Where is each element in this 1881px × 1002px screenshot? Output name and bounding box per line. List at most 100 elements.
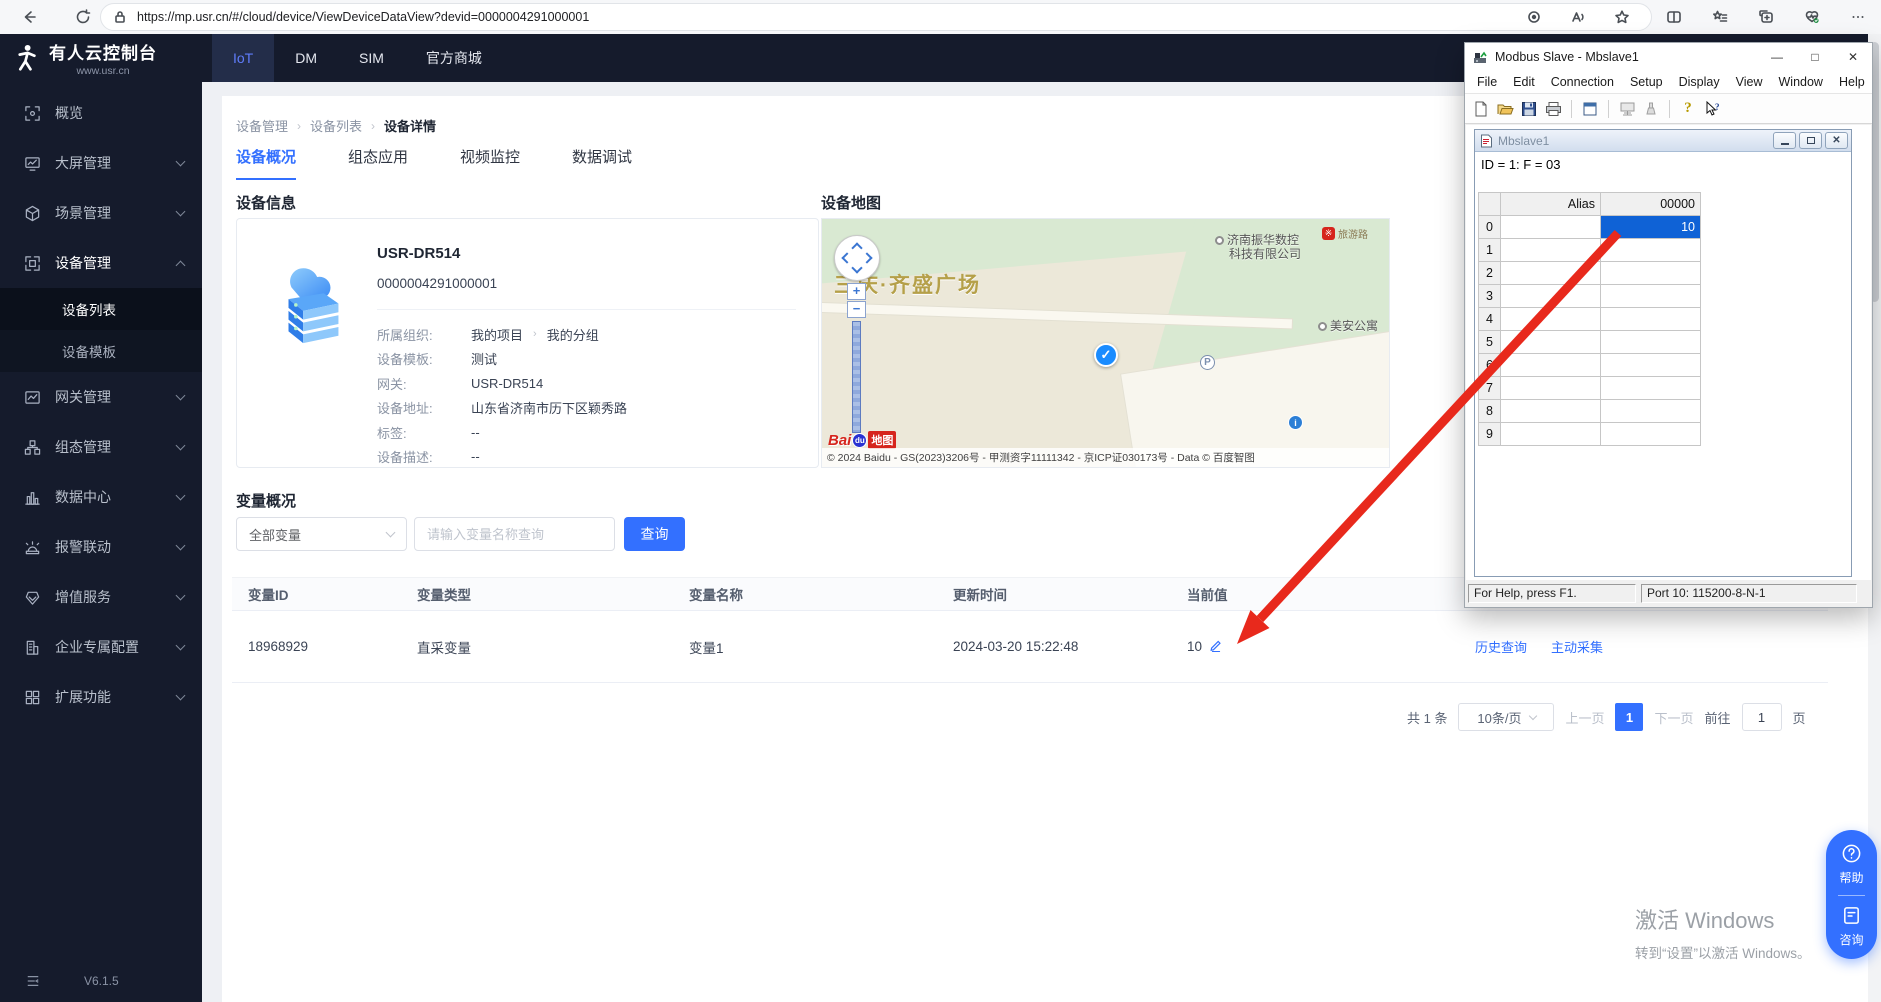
grid-row[interactable]: 3 bbox=[1479, 285, 1701, 308]
minimize-button[interactable]: — bbox=[1758, 43, 1796, 71]
child-close-button[interactable]: ✕ bbox=[1825, 132, 1848, 149]
chevron-down-icon bbox=[1528, 712, 1536, 720]
collapse-icon[interactable] bbox=[26, 974, 40, 988]
browser-essentials-icon[interactable] bbox=[1797, 3, 1827, 31]
menu-edit[interactable]: Edit bbox=[1505, 75, 1543, 89]
connection-up-icon[interactable] bbox=[1618, 100, 1636, 118]
new-file-icon[interactable] bbox=[1472, 100, 1490, 118]
grid-row[interactable]: 1 bbox=[1479, 239, 1701, 262]
tab-scada-app[interactable]: 组态应用 bbox=[348, 146, 408, 180]
grid-row[interactable]: 6 bbox=[1479, 354, 1701, 377]
query-button[interactable]: 查询 bbox=[624, 517, 685, 551]
child-minimize-button[interactable] bbox=[1773, 132, 1796, 149]
modbus-slave-window[interactable]: Modbus Slave - Mbslave1 — □ ✕ File Edit … bbox=[1464, 42, 1873, 608]
modbus-register-grid[interactable]: Alias 00000 010 1 2 3 4 5 6 7 8 9 bbox=[1478, 192, 1701, 446]
edit-value-icon[interactable] bbox=[1209, 638, 1223, 655]
pan-right-icon[interactable] bbox=[861, 252, 872, 263]
tab-data-debug[interactable]: 数据调试 bbox=[572, 146, 632, 180]
menu-setup[interactable]: Setup bbox=[1622, 75, 1671, 89]
menu-file[interactable]: File bbox=[1469, 75, 1505, 89]
close-button[interactable]: ✕ bbox=[1834, 43, 1872, 71]
sidebar-item-scene[interactable]: 场景管理 bbox=[0, 188, 202, 238]
sidebar-item-device-template[interactable]: 设备模板 bbox=[0, 330, 202, 372]
sidebar-item-device[interactable]: 设备管理 bbox=[0, 238, 202, 288]
address-bar[interactable]: https://mp.usr.cn/#/cloud/device/ViewDev… bbox=[100, 3, 1652, 31]
grid-row[interactable]: 010 bbox=[1479, 216, 1701, 239]
page-size-select[interactable]: 10条/页 bbox=[1458, 703, 1554, 731]
grid-row[interactable]: 7 bbox=[1479, 377, 1701, 400]
zoom-in-button[interactable]: + bbox=[847, 283, 866, 300]
grid-row[interactable]: 2 bbox=[1479, 262, 1701, 285]
sidebar-item-datacenter[interactable]: 数据中心 bbox=[0, 472, 202, 522]
nav-tab-sim[interactable]: SIM bbox=[338, 34, 405, 82]
breadcrumb-device-list[interactable]: 设备列表 bbox=[310, 116, 362, 135]
active-collect-link[interactable]: 主动采集 bbox=[1551, 637, 1603, 656]
zoom-slider[interactable] bbox=[852, 321, 861, 433]
open-file-icon[interactable] bbox=[1496, 100, 1514, 118]
menu-view[interactable]: View bbox=[1728, 75, 1771, 89]
more-menu-icon[interactable] bbox=[1843, 3, 1873, 31]
split-screen-icon[interactable] bbox=[1659, 3, 1689, 31]
help-label[interactable]: 帮助 bbox=[1839, 869, 1863, 886]
grid-row[interactable]: 9 bbox=[1479, 423, 1701, 446]
pan-down-icon[interactable] bbox=[851, 262, 862, 273]
sidebar-item-scada[interactable]: 组态管理 bbox=[0, 422, 202, 472]
sidebar-item-vas[interactable]: 增值服务 bbox=[0, 572, 202, 622]
back-icon[interactable] bbox=[14, 3, 44, 31]
pan-up-icon[interactable] bbox=[851, 242, 862, 253]
sidebar-item-gateway[interactable]: 网关管理 bbox=[0, 372, 202, 422]
save-icon[interactable] bbox=[1520, 100, 1538, 118]
menu-window[interactable]: Window bbox=[1771, 75, 1831, 89]
map-device-marker[interactable]: ✓ bbox=[1094, 343, 1118, 367]
nav-tab-iot[interactable]: IoT bbox=[212, 34, 274, 82]
sidebar-item-enterprise[interactable]: 企业专属配置 bbox=[0, 622, 202, 672]
tab-video-monitor[interactable]: 视频监控 bbox=[460, 146, 520, 180]
consult-label[interactable]: 咨询 bbox=[1839, 931, 1863, 948]
sidebar-item-alarm[interactable]: 报警联动 bbox=[0, 522, 202, 572]
breadcrumb-device-mgmt[interactable]: 设备管理 bbox=[236, 116, 288, 135]
about-help-icon[interactable]: ? bbox=[1679, 100, 1697, 118]
site-permissions-icon[interactable] bbox=[1519, 3, 1549, 31]
favorite-star-icon[interactable] bbox=[1607, 3, 1637, 31]
collections-icon[interactable] bbox=[1705, 3, 1735, 31]
url-text[interactable]: https://mp.usr.cn/#/cloud/device/ViewDev… bbox=[137, 10, 1519, 24]
menu-connection[interactable]: Connection bbox=[1543, 75, 1622, 89]
grid-row[interactable]: 4 bbox=[1479, 308, 1701, 331]
mbslave1-child-window[interactable]: Mbslave1 ✕ ID = 1: F = 03 Alias 00000 01… bbox=[1474, 129, 1852, 577]
pan-left-icon[interactable] bbox=[841, 252, 852, 263]
nav-tab-mall[interactable]: 官方商城 bbox=[405, 34, 503, 82]
device-map[interactable]: 三庆·齐盛广场 济南振华数控 科技有限公司 美安公寓 ※ 旅游路 P i ✓ bbox=[821, 218, 1390, 468]
child-restore-button[interactable] bbox=[1799, 132, 1822, 149]
sidebar-item-screen[interactable]: 大屏管理 bbox=[0, 138, 202, 188]
map-pan-control[interactable] bbox=[834, 235, 880, 281]
grid-row[interactable]: 8 bbox=[1479, 400, 1701, 423]
next-page-button[interactable]: 下一页 bbox=[1654, 708, 1693, 727]
sidebar-item-extend[interactable]: 扩展功能 bbox=[0, 672, 202, 722]
floating-help-panel[interactable]: 帮助 咨询 bbox=[1826, 830, 1877, 959]
grid-row[interactable]: 5 bbox=[1479, 331, 1701, 354]
maximize-button[interactable]: □ bbox=[1796, 43, 1834, 71]
menu-display[interactable]: Display bbox=[1671, 75, 1728, 89]
zoom-out-button[interactable]: − bbox=[847, 301, 866, 318]
child-title-bar[interactable]: Mbslave1 ✕ bbox=[1475, 130, 1851, 152]
read-aloud-icon[interactable] bbox=[1563, 3, 1593, 31]
brand[interactable]: 有人云控制台 www.usr.cn bbox=[0, 34, 202, 82]
history-query-link[interactable]: 历史查询 bbox=[1475, 637, 1527, 656]
tabs-plus-icon[interactable] bbox=[1751, 3, 1781, 31]
context-help-icon[interactable]: ? bbox=[1703, 100, 1721, 118]
prev-page-button[interactable]: 上一页 bbox=[1565, 708, 1604, 727]
variable-type-select[interactable]: 全部变量 bbox=[236, 517, 407, 551]
connection-down-icon[interactable] bbox=[1642, 100, 1660, 118]
refresh-icon[interactable] bbox=[68, 3, 98, 31]
sidebar-item-device-list[interactable]: 设备列表 bbox=[0, 288, 202, 330]
display-settings-icon[interactable] bbox=[1581, 100, 1599, 118]
tab-device-overview[interactable]: 设备概况 bbox=[236, 146, 296, 180]
current-page-button[interactable]: 1 bbox=[1615, 703, 1643, 731]
variable-search-input[interactable] bbox=[414, 517, 615, 551]
sidebar-item-overview[interactable]: 概览 bbox=[0, 88, 202, 138]
print-icon[interactable] bbox=[1544, 100, 1562, 118]
goto-page-input[interactable] bbox=[1742, 703, 1782, 731]
modbus-title-bar[interactable]: Modbus Slave - Mbslave1 — □ ✕ bbox=[1465, 43, 1872, 71]
nav-tab-dm[interactable]: DM bbox=[274, 34, 338, 82]
menu-help[interactable]: Help bbox=[1831, 75, 1873, 89]
